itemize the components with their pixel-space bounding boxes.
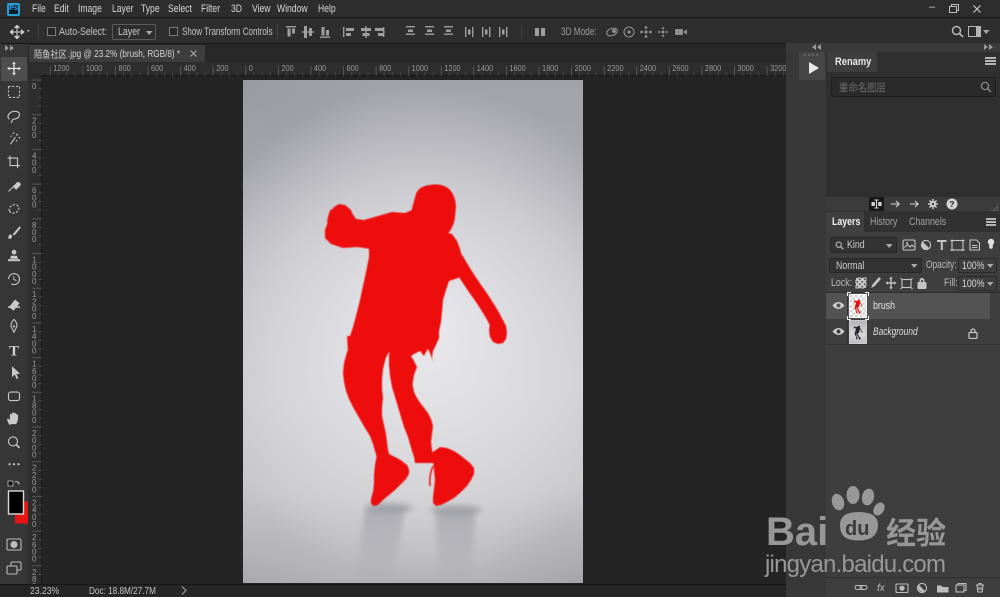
svg-text:0: 0 — [32, 277, 37, 286]
svg-text:3000: 3000 — [738, 64, 754, 73]
svg-text:du: du — [845, 518, 869, 540]
svg-text:0: 0 — [32, 520, 37, 529]
svg-text:600: 600 — [151, 64, 163, 73]
svg-text:0: 0 — [32, 555, 37, 564]
svg-text:2800: 2800 — [705, 64, 721, 73]
svg-text:0: 0 — [32, 312, 37, 321]
svg-text:0: 0 — [32, 347, 37, 356]
svg-text:200: 200 — [216, 64, 228, 73]
svg-text:0: 0 — [32, 235, 37, 244]
svg-text:0: 0 — [32, 451, 37, 460]
svg-text:1800: 1800 — [542, 64, 558, 73]
svg-text:0: 0 — [32, 485, 37, 494]
svg-text:1400: 1400 — [477, 64, 493, 73]
svg-text:0: 0 — [32, 166, 37, 175]
svg-text:0: 0 — [32, 201, 37, 210]
svg-text:1600: 1600 — [509, 64, 525, 73]
svg-text:0: 0 — [32, 82, 37, 91]
svg-text:2200: 2200 — [607, 64, 623, 73]
svg-text:800: 800 — [119, 64, 131, 73]
svg-text:0: 0 — [32, 131, 37, 140]
svg-text:400: 400 — [184, 64, 196, 73]
svg-text:1000: 1000 — [412, 64, 428, 73]
svg-text:200: 200 — [281, 64, 293, 73]
svg-text:Bai: Bai — [766, 510, 828, 554]
svg-text:800: 800 — [379, 64, 391, 73]
svg-text:0: 0 — [32, 381, 37, 390]
svg-text:0: 0 — [32, 416, 37, 425]
svg-text:jingyan.baidu.com: jingyan.baidu.com — [764, 551, 946, 578]
svg-text:600: 600 — [347, 64, 359, 73]
svg-text:?: ? — [949, 199, 954, 209]
svg-text:400: 400 — [314, 64, 326, 73]
svg-text:2000: 2000 — [575, 64, 591, 73]
svg-text:2400: 2400 — [640, 64, 656, 73]
svg-text:1200: 1200 — [444, 64, 460, 73]
svg-text:0: 0 — [249, 64, 253, 73]
svg-text:3200: 3200 — [770, 64, 786, 73]
svg-text:1200: 1200 — [53, 64, 69, 73]
svg-text:1000: 1000 — [86, 64, 102, 73]
svg-text:T: T — [9, 343, 19, 359]
svg-text:fx: fx — [877, 583, 886, 594]
svg-text:2600: 2600 — [672, 64, 688, 73]
